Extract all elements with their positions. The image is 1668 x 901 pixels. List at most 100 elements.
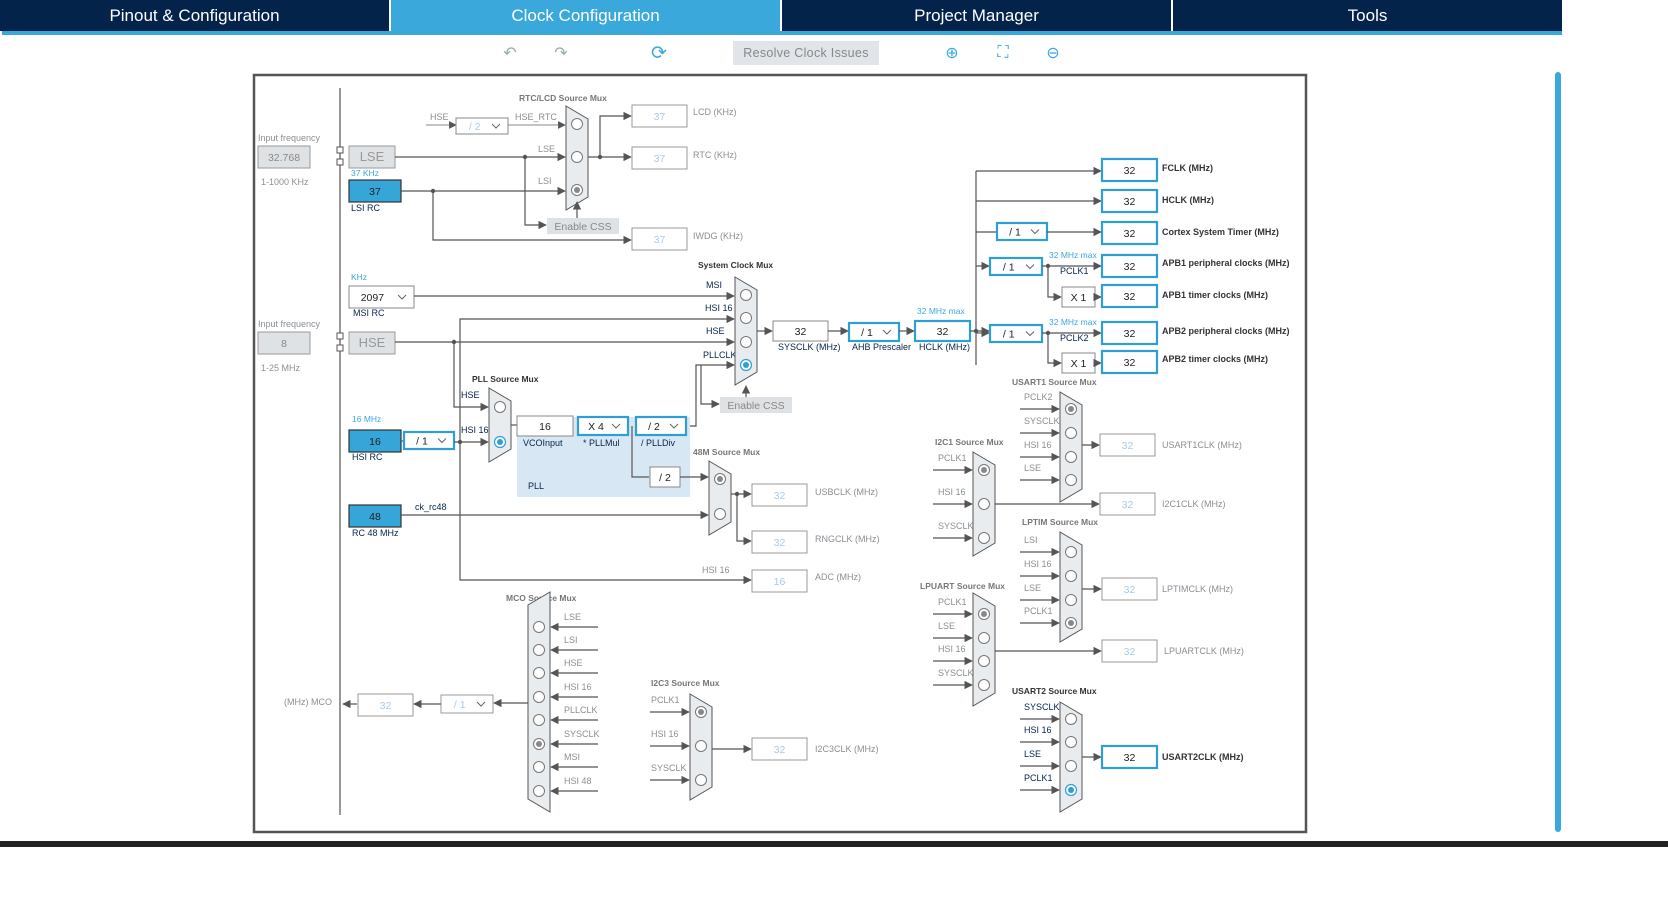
adc-output-value: 16 bbox=[774, 576, 786, 588]
clock-tree-diagram: Input frequency 32.768 1-1000 KHz LSE 37 KHz… bbox=[252, 73, 1308, 834]
usart2-input-label: SYSCLK bbox=[1024, 702, 1060, 712]
radio-option[interactable] bbox=[533, 644, 545, 656]
radio-option[interactable] bbox=[978, 532, 990, 544]
lpuart-input-label: PCLK1 bbox=[938, 597, 967, 607]
hsi-rc-oscillator[interactable]: 16 bbox=[348, 429, 402, 453]
system-enable-css-button[interactable]: Enable CSS bbox=[720, 397, 792, 413]
hclk-output[interactable]: 32 bbox=[1100, 188, 1159, 214]
pllclk-sys-label: PLLCLK bbox=[703, 350, 737, 360]
mco-input-label: LSE bbox=[564, 612, 581, 622]
i2c3-clock-output-value: 32 bbox=[774, 744, 786, 756]
mco-source-mux[interactable] bbox=[527, 591, 551, 813]
input-frequency-label-hse: Input frequency bbox=[258, 319, 321, 329]
i2c1-clock-output-value: 32 bbox=[1122, 499, 1134, 511]
mco-divider-dropdown[interactable]: / 1 bbox=[440, 694, 494, 714]
msi-frequency-dropdown[interactable]: 2097 bbox=[348, 285, 415, 309]
ck-rc48-label: ck_rc48 bbox=[415, 502, 447, 512]
apb2-peripheral-output[interactable]: 32 bbox=[1100, 320, 1159, 346]
radio-option[interactable] bbox=[533, 761, 545, 773]
usart2-input-label: HSI 16 bbox=[1024, 725, 1052, 735]
lpuart-source-mux-title: LPUART Source Mux bbox=[920, 581, 1005, 591]
system-clock-mux[interactable] bbox=[734, 276, 758, 386]
radio-option[interactable] bbox=[740, 312, 752, 324]
radio-option[interactable] bbox=[978, 679, 990, 691]
radio-option[interactable] bbox=[740, 289, 752, 301]
lpuart-input-label: HSI 16 bbox=[938, 644, 966, 654]
apb2-prescaler-dropdown[interactable]: / 1 bbox=[988, 323, 1044, 344]
radio-option[interactable] bbox=[1065, 451, 1077, 463]
usbclk-output: 32 bbox=[751, 483, 808, 507]
radio-option[interactable] bbox=[695, 774, 707, 786]
rc48-oscillator[interactable]: 48 bbox=[348, 504, 402, 528]
apb1-peripheral-output[interactable]: 32 bbox=[1100, 253, 1159, 279]
mco-input-label: SYSCLK bbox=[564, 729, 600, 739]
usart1-input-label: PCLK2 bbox=[1024, 392, 1053, 402]
i2c1-source-mux[interactable] bbox=[972, 451, 996, 557]
lse-input-frequency-field[interactable]: 32.768 bbox=[257, 145, 311, 169]
usart1-clock-label: USART1CLK (MHz) bbox=[1162, 440, 1242, 450]
fclk-output[interactable]: 32 bbox=[1100, 157, 1159, 183]
radio-option[interactable] bbox=[978, 655, 990, 667]
usart2-clock-output[interactable]: 32 bbox=[1100, 744, 1159, 770]
hse-input-frequency-field[interactable]: 8 bbox=[257, 331, 311, 355]
radio-option[interactable] bbox=[1065, 427, 1077, 439]
hclk-input-field[interactable]: 32 bbox=[913, 319, 972, 343]
radio-option[interactable] bbox=[533, 621, 545, 633]
mco-divider-dropdown-value: / 1 bbox=[454, 699, 466, 711]
radio-option[interactable] bbox=[1065, 713, 1077, 725]
radio-option[interactable] bbox=[1065, 736, 1077, 748]
lpuart-source-mux[interactable] bbox=[972, 592, 996, 707]
cortex-timer-divider-dropdown[interactable]: / 1 bbox=[995, 221, 1049, 242]
apb1-timer-output[interactable]: 32 bbox=[1100, 283, 1159, 309]
i2c3-source-mux[interactable] bbox=[689, 693, 713, 801]
ahb-prescaler-dropdown[interactable]: / 1 bbox=[847, 321, 901, 343]
hsi-rc-oscillator-value: 16 bbox=[369, 436, 381, 448]
radio-option[interactable] bbox=[1065, 594, 1077, 606]
radio-option[interactable] bbox=[494, 401, 506, 413]
rtc-enable-css-button[interactable]: Enable CSS bbox=[547, 218, 619, 234]
usart1-clock-output-value: 32 bbox=[1122, 440, 1134, 452]
radio-option[interactable] bbox=[571, 118, 583, 130]
radio-option[interactable] bbox=[533, 714, 545, 726]
lse-oscillator[interactable]: LSE bbox=[348, 145, 396, 169]
radio-option[interactable] bbox=[714, 508, 726, 520]
apb2-timer-output[interactable]: 32 bbox=[1100, 349, 1159, 375]
radio-option[interactable] bbox=[740, 336, 752, 348]
usart2-source-mux[interactable] bbox=[1059, 701, 1083, 813]
usart1-source-mux[interactable] bbox=[1059, 391, 1083, 503]
radio-option[interactable] bbox=[978, 632, 990, 644]
apb1-timer-output-value: 32 bbox=[1124, 291, 1136, 303]
lsi-rc-oscillator[interactable]: 37 bbox=[348, 179, 402, 203]
48m-source-mux[interactable] bbox=[708, 460, 732, 536]
rtc-source-mux[interactable] bbox=[565, 105, 589, 211]
radio-option[interactable] bbox=[533, 691, 545, 703]
iwdg-clock-label: IWDG (KHz) bbox=[693, 231, 743, 241]
pll-hse-label: HSE bbox=[461, 390, 480, 400]
vertical-scrollbar[interactable] bbox=[1555, 72, 1561, 832]
apb1-prescaler-dropdown[interactable]: / 1 bbox=[988, 256, 1044, 277]
radio-option[interactable] bbox=[978, 498, 990, 510]
lptim-clock-output: 32 bbox=[1101, 577, 1158, 601]
radio-option[interactable] bbox=[1065, 546, 1077, 558]
usart1-input-label: LSE bbox=[1024, 463, 1041, 473]
radio-option[interactable] bbox=[1065, 570, 1077, 582]
radio-option[interactable] bbox=[533, 667, 545, 679]
radio-option[interactable] bbox=[533, 785, 545, 797]
sysclk-label: SYSCLK (MHz) bbox=[778, 342, 841, 352]
rtc-hse-divider-dropdown[interactable]: / 2 bbox=[455, 117, 509, 135]
radio-option[interactable] bbox=[695, 740, 707, 752]
cortex-timer-output[interactable]: 32 bbox=[1100, 220, 1159, 246]
pll-mul-dropdown[interactable]: X 4 bbox=[576, 415, 630, 437]
ahb-prescaler-label: AHB Prescaler bbox=[852, 342, 911, 352]
hsi-divider-dropdown[interactable]: / 1 bbox=[402, 430, 456, 451]
mco-output: 32 bbox=[357, 693, 414, 717]
pll-source-mux[interactable] bbox=[488, 387, 512, 463]
hse-oscillator[interactable]: HSE bbox=[348, 331, 396, 355]
radio-option[interactable] bbox=[1065, 474, 1077, 486]
i2c1-clock-output: 32 bbox=[1099, 492, 1156, 516]
lptim-source-mux[interactable] bbox=[1059, 531, 1083, 643]
pll-div-dropdown[interactable]: / 2 bbox=[634, 415, 688, 437]
radio-option[interactable] bbox=[1065, 760, 1077, 772]
i2c3-clock-label: I2C3CLK (MHz) bbox=[815, 744, 879, 754]
radio-option[interactable] bbox=[571, 151, 583, 163]
